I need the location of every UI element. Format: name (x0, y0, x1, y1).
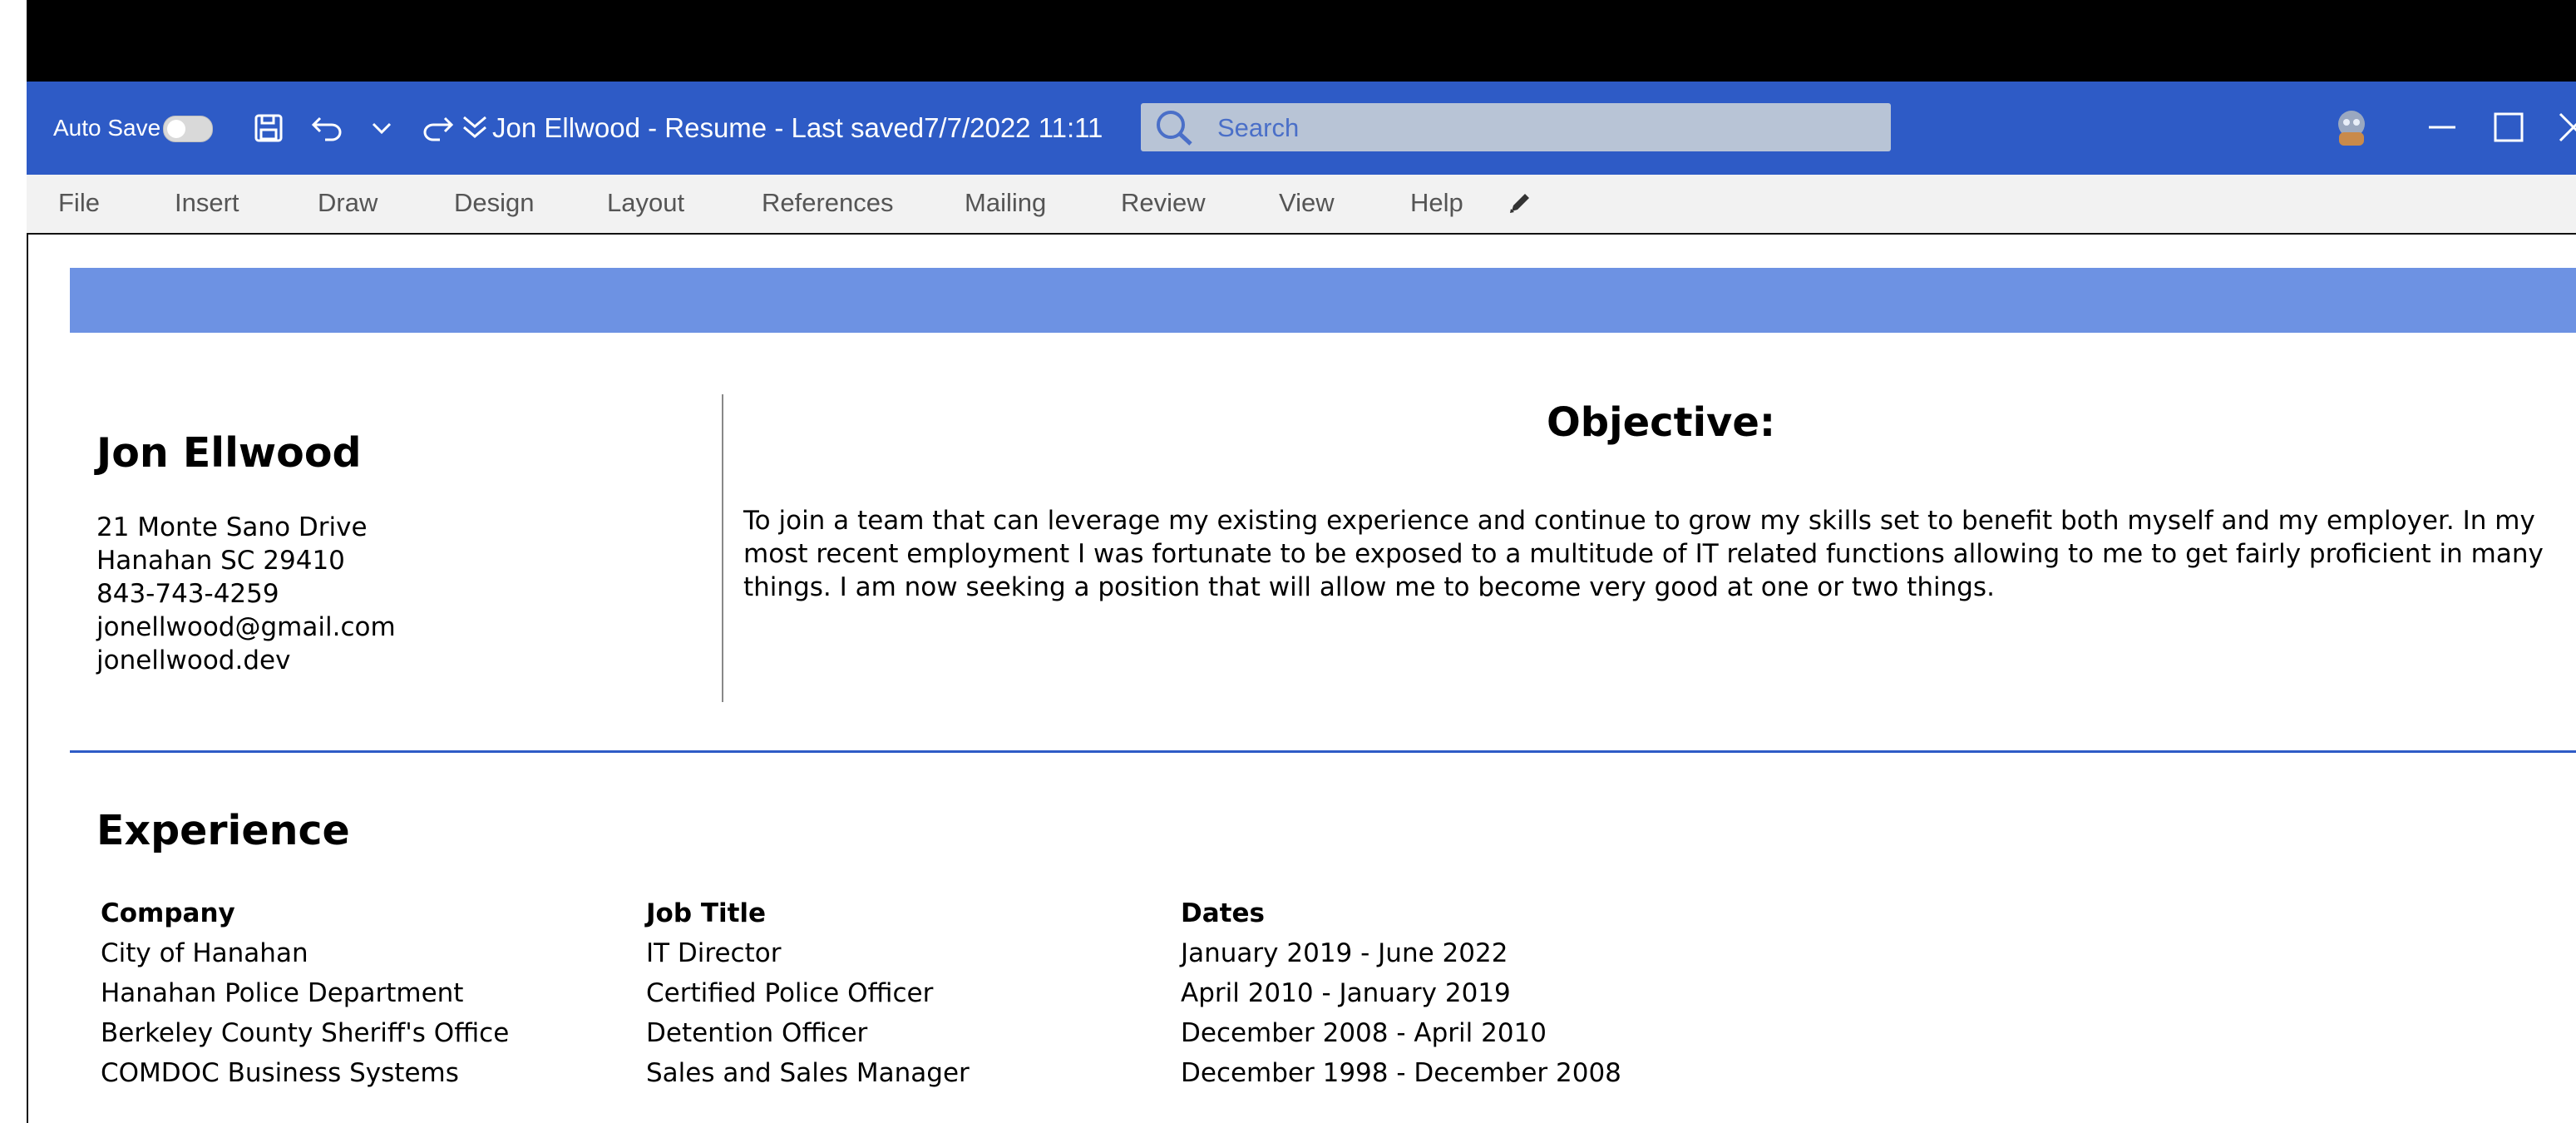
autosave-label: Auto Save (53, 115, 161, 141)
avatar[interactable] (2330, 106, 2373, 150)
experience-heading: Experience (96, 807, 350, 854)
document-title: Jon Ellwood - Resume - Last saved7/7/202… (492, 112, 1103, 143)
page-edge (27, 233, 28, 1123)
menu-review[interactable]: Review (1121, 186, 1206, 220)
column-header-dates: Dates (1181, 898, 1265, 928)
title-bar: Auto Save Jon Ellwood - Resume - Last sa… (27, 82, 2576, 175)
dropdown-chevron-icon[interactable] (363, 109, 401, 147)
menu-layout[interactable]: Layout (607, 186, 684, 220)
close-icon[interactable] (2551, 105, 2576, 150)
experience-dates: December 2008 - April 2010 (1181, 1018, 1547, 1048)
contact-phone: 843-743-4259 (96, 579, 279, 609)
menu-design[interactable]: Design (454, 186, 535, 220)
autosave-toggle[interactable] (163, 116, 213, 142)
ribbon-menu-bar: File Insert Draw Design Layout Reference… (27, 175, 2576, 235)
pen-icon[interactable] (1507, 186, 1533, 220)
search-input[interactable] (1216, 110, 1868, 146)
column-divider (722, 394, 723, 702)
experience-job-title: Certified Police Officer (646, 978, 934, 1008)
header-banner (70, 268, 2576, 333)
experience-company: Berkeley County Sheriff's Office (101, 1018, 510, 1048)
experience-dates: April 2010 - January 2019 (1181, 978, 1511, 1008)
menu-insert[interactable]: Insert (175, 186, 239, 220)
menu-references[interactable]: References (762, 186, 894, 220)
toggle-knob (167, 120, 185, 138)
menu-file[interactable]: File (58, 186, 100, 220)
redo-icon[interactable] (419, 109, 457, 147)
experience-job-title: Sales and Sales Manager (646, 1058, 970, 1088)
experience-job-title: Detention Officer (646, 1018, 868, 1048)
experience-company: Hanahan Police Department (101, 978, 464, 1008)
search-icon (1154, 108, 1196, 146)
resume-name: Jon Ellwood (96, 429, 362, 477)
menu-view[interactable]: View (1279, 186, 1335, 220)
objective-heading: Objective: (1547, 399, 1776, 446)
contact-city: Hanahan SC 29410 (96, 546, 345, 576)
minimize-icon[interactable] (2420, 105, 2465, 150)
experience-dates: December 1998 - December 2008 (1181, 1058, 1621, 1088)
contact-email: jonellwood@gmail.com (96, 612, 396, 642)
customize-toolbar-icon[interactable] (456, 109, 494, 147)
objective-text: To join a team that can leverage my exis… (743, 506, 2544, 602)
maximize-icon[interactable] (2486, 105, 2531, 150)
contact-website: jonellwood.dev (96, 646, 291, 675)
undo-icon[interactable] (308, 109, 346, 147)
experience-dates: January 2019 - June 2022 (1181, 938, 1508, 968)
save-icon[interactable] (249, 109, 288, 147)
column-header-job-title: Job Title (646, 898, 767, 928)
menu-help[interactable]: Help (1410, 186, 1463, 220)
experience-company: City of Hanahan (101, 938, 308, 968)
search-box[interactable] (1141, 103, 1891, 151)
contact-street: 21 Monte Sano Drive (96, 512, 368, 542)
menu-draw[interactable]: Draw (318, 186, 378, 220)
menu-mailing[interactable]: Mailing (965, 186, 1046, 220)
experience-job-title: IT Director (646, 938, 782, 968)
column-header-company: Company (101, 898, 235, 928)
left-margin-strip (0, 0, 27, 1123)
experience-company: COMDOC Business Systems (101, 1058, 459, 1088)
section-rule (70, 750, 2576, 753)
top-black-bar (27, 0, 2576, 82)
